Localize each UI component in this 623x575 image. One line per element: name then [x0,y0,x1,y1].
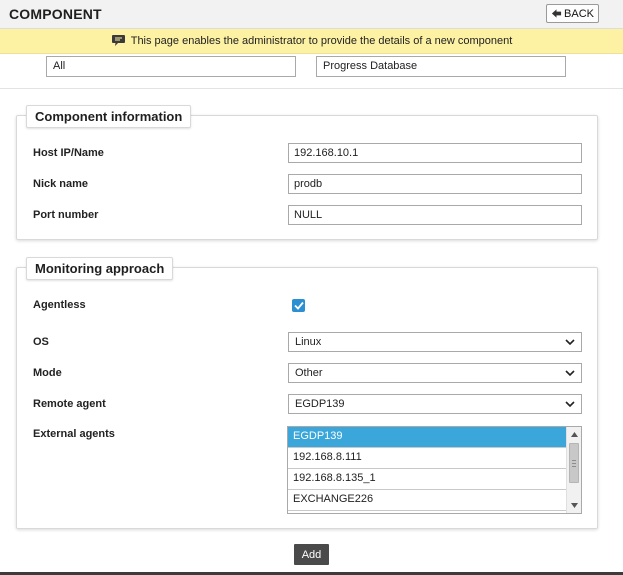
external-agent-option[interactable]: 192.168.8.135_1 [288,469,566,490]
remote-agent-label: Remote agent [33,398,106,410]
agentless-checkbox[interactable] [292,299,305,312]
component-information-legend: Component information [26,105,192,128]
chevron-down-icon [565,401,575,408]
remote-agent-selected-value: EGDP139 [295,398,345,410]
page-header: COMPONENT BACK [0,0,623,29]
back-button[interactable]: BACK [546,4,599,23]
add-button[interactable]: Add [294,544,329,565]
host-label: Host IP/Name [33,147,104,159]
external-agent-option[interactable]: EGDP139 [288,427,566,448]
external-agent-option[interactable]: EXCHANGE226 [288,490,566,511]
host-input[interactable]: 192.168.10.1 [288,143,582,163]
external-agents-listbox[interactable]: EGDP139 192.168.8.111 192.168.8.135_1 EX… [287,426,582,514]
scroll-up-arrow-icon[interactable] [567,428,581,441]
mode-selected-value: Other [295,367,323,379]
scrollbar-thumb[interactable] [569,443,579,483]
component-type-field[interactable]: Progress Database [316,56,566,77]
port-number-input[interactable]: NULL [288,205,582,225]
checkmark-icon [293,301,304,310]
external-agent-option[interactable]: li_l7 [288,511,566,513]
mode-label: Mode [33,367,62,379]
back-arrow-icon [551,9,562,18]
os-label: OS [33,336,49,348]
filter-row: All Progress Database [0,56,623,86]
os-select[interactable]: Linux [288,332,582,352]
scroll-down-arrow-icon[interactable] [567,499,581,512]
os-selected-value: Linux [295,336,322,348]
component-group-field[interactable]: All [46,56,296,77]
info-bar: This page enables the administrator to p… [0,29,623,54]
back-button-label: BACK [564,7,594,20]
page-title: COMPONENT [9,6,102,22]
speech-bubble-icon [111,35,125,46]
nick-name-input[interactable]: prodb [288,174,582,194]
nick-name-label: Nick name [33,178,89,190]
component-information-section: Component information Host IP/Name 192.1… [16,105,598,240]
chevron-down-icon [565,339,575,346]
external-agent-option[interactable]: 192.168.8.111 [288,448,566,469]
port-number-label: Port number [33,209,99,221]
monitoring-approach-section: Monitoring approach Agentless OS Linux M… [16,257,598,529]
info-message: This page enables the administrator to p… [130,35,513,47]
agentless-label: Agentless [33,299,86,311]
chevron-down-icon [565,370,575,377]
external-agents-label: External agents [33,428,115,440]
divider [0,88,623,89]
mode-select[interactable]: Other [288,363,582,383]
monitoring-approach-legend: Monitoring approach [26,257,174,280]
remote-agent-select[interactable]: EGDP139 [288,394,582,414]
listbox-scrollbar[interactable] [566,427,581,513]
